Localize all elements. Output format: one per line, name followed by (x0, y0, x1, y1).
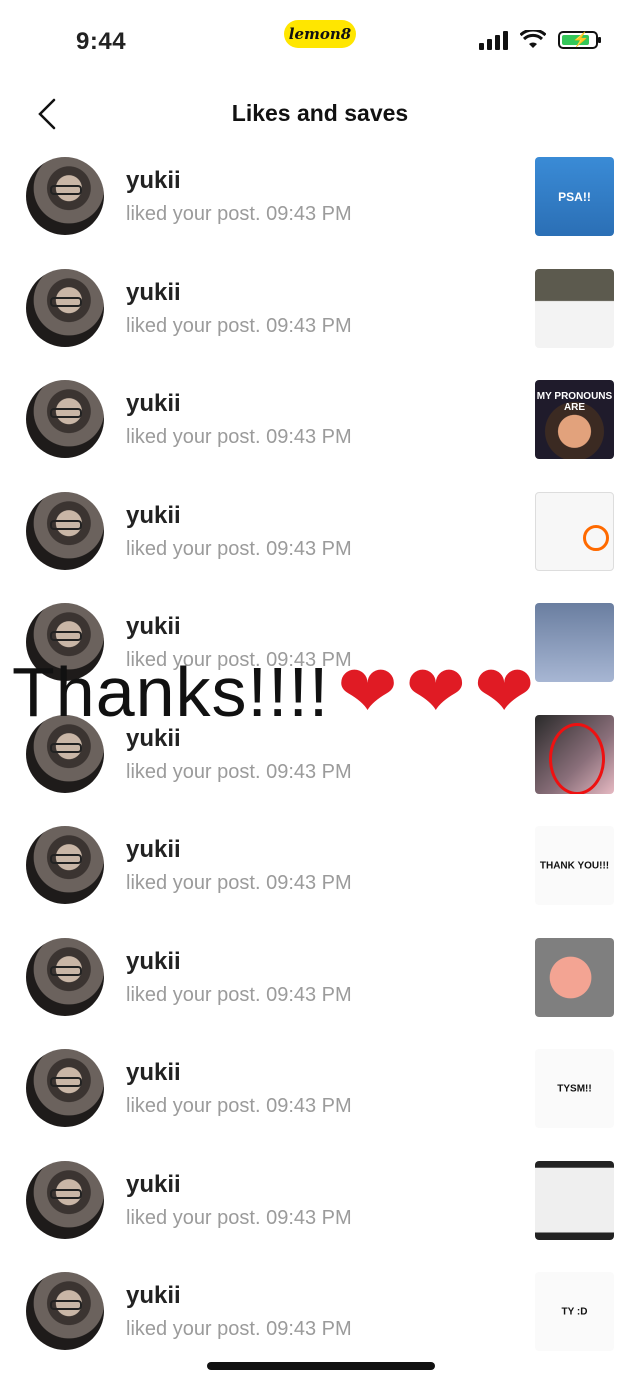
username[interactable]: yukii (126, 836, 181, 864)
notification-text: liked your post. 09:43 PM (126, 1318, 352, 1340)
notification-text: liked your post. 09:43 PM (126, 426, 352, 448)
home-indicator[interactable] (207, 1362, 435, 1370)
notification-text: liked your post. 09:43 PM (126, 649, 352, 671)
post-thumbnail[interactable] (535, 268, 614, 348)
page-title: Likes and saves (231, 100, 409, 126)
notification-row[interactable]: yukii liked your post. 09:43 PM TY :D (0, 1260, 640, 1372)
notification-text: liked your post. 09:43 PM (126, 1095, 352, 1117)
post-thumbnail[interactable]: TY :D (535, 1272, 614, 1351)
notification-row[interactable]: yukii liked your post. 09:43 PM (0, 926, 640, 1038)
thumbnail-caption: PSA!! (558, 189, 591, 204)
post-thumbnail[interactable] (535, 1160, 614, 1240)
username[interactable]: yukii (126, 948, 181, 976)
post-thumbnail[interactable]: PSA!! (535, 157, 614, 236)
username[interactable]: yukii (126, 1282, 181, 1310)
avatar[interactable] (26, 157, 104, 235)
avatar[interactable] (26, 714, 104, 793)
avatar[interactable] (26, 826, 104, 904)
cellular-signal-icon (479, 30, 508, 50)
post-thumbnail[interactable]: MY PRONOUNS ARE (535, 380, 614, 459)
notification-row[interactable]: yukii liked your post. 09:43 PM MY PRONO… (0, 368, 640, 480)
avatar[interactable] (26, 380, 104, 458)
post-thumbnail[interactable] (535, 491, 614, 571)
thumbnail-caption: TYSM!! (557, 1083, 592, 1094)
thumbnail-caption: MY PRONOUNS ARE (536, 391, 613, 414)
notification-row[interactable]: yukii liked your post. 09:43 PM THANK YO… (0, 814, 640, 926)
notification-row[interactable]: yukii liked your post. 09:43 PM (0, 1149, 640, 1261)
notification-row[interactable]: yukii liked your post. 09:43 PM PSA!! (0, 145, 640, 257)
post-thumbnail[interactable]: THANK YOU!!! (535, 826, 614, 905)
post-thumbnail[interactable] (535, 603, 614, 682)
post-thumbnail[interactable]: TYSM!! (535, 1049, 614, 1128)
post-thumbnail[interactable] (535, 937, 614, 1017)
notification-row[interactable]: yukii liked your post. 09:43 PM TYSM!! (0, 1037, 640, 1149)
thumbnail-caption: TY :D (561, 1306, 588, 1317)
notification-text: liked your post. 09:43 PM (126, 983, 352, 1006)
avatar[interactable] (26, 1049, 104, 1127)
notification-text: liked your post. 09:43 PM (126, 1206, 352, 1229)
lemon8-logo: lemon8 (284, 20, 356, 48)
notification-text: liked your post. 09:43 PM (126, 314, 352, 337)
notification-text: liked your post. 09:43 PM (126, 537, 352, 560)
username[interactable]: yukii (126, 1171, 181, 1199)
username[interactable]: yukii (126, 167, 181, 195)
username[interactable]: yukii (126, 279, 181, 307)
nav-bar: Likes and saves (0, 84, 640, 144)
notification-row[interactable]: yukii liked your post. 09:43 PM (0, 480, 640, 592)
avatar[interactable] (26, 937, 104, 1016)
thumbnail-caption: THANK YOU!!! (539, 860, 610, 871)
wifi-icon (520, 30, 546, 48)
username[interactable]: yukii (126, 1059, 181, 1087)
notification-text: liked your post. 09:43 PM (126, 760, 352, 783)
battery-icon: ⚡ (558, 31, 601, 49)
status-bar: 9:44 lemon8 ⚡ (0, 0, 640, 84)
notification-row[interactable]: yukii liked your post. 09:43 PM (0, 703, 640, 815)
username[interactable]: yukii (126, 613, 181, 641)
avatar[interactable] (26, 1160, 104, 1239)
avatar[interactable] (26, 268, 104, 347)
notification-text: liked your post. 09:43 PM (126, 872, 352, 894)
notification-text: liked your post. 09:43 PM (126, 203, 352, 225)
notification-row[interactable]: yukii liked your post. 09:43 PM (0, 591, 640, 703)
avatar[interactable] (26, 1272, 104, 1350)
avatar[interactable] (26, 603, 104, 681)
username[interactable]: yukii (126, 725, 181, 753)
avatar[interactable] (26, 491, 104, 570)
username[interactable]: yukii (126, 502, 181, 530)
notification-list: yukii liked your post. 09:43 PM PSA!! yu… (0, 145, 640, 1372)
username[interactable]: yukii (126, 390, 181, 418)
status-icons: ⚡ (479, 30, 601, 50)
status-time: 9:44 (76, 28, 127, 55)
post-thumbnail[interactable] (535, 714, 614, 794)
notification-row[interactable]: yukii liked your post. 09:43 PM (0, 257, 640, 369)
